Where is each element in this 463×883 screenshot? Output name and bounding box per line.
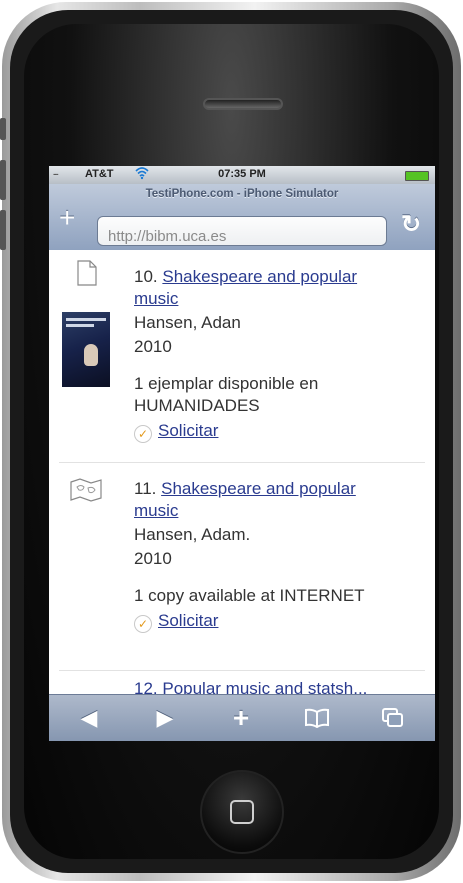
result-title-link[interactable]: Shakespeare and popular bbox=[162, 267, 357, 286]
pages-icon[interactable] bbox=[373, 702, 413, 734]
results-list: 10. Shakespeare and popular music Hansen… bbox=[49, 250, 435, 694]
forward-button[interactable]: ▶ bbox=[145, 702, 185, 734]
url-field[interactable]: http://bibm.uca.es bbox=[97, 216, 387, 246]
home-button[interactable] bbox=[200, 770, 284, 854]
browser-toolbar: ◀ ▶ + bbox=[49, 694, 435, 741]
result-title-link-cont[interactable]: music bbox=[134, 501, 178, 520]
result-year: 2010 bbox=[134, 549, 172, 568]
volume-up-button bbox=[0, 160, 6, 200]
reload-button[interactable]: ↻ bbox=[401, 210, 421, 239]
partial-next-result[interactable]: 12. Popular music and statsh... bbox=[134, 679, 367, 694]
check-icon: ✓ bbox=[134, 615, 152, 633]
back-button[interactable]: ◀ bbox=[69, 702, 109, 734]
document-icon bbox=[77, 260, 97, 286]
mute-switch bbox=[0, 118, 6, 140]
result-year: 2010 bbox=[134, 337, 172, 356]
bookmarks-icon[interactable] bbox=[297, 702, 337, 734]
book-cover-image[interactable] bbox=[62, 312, 110, 387]
status-bar: ..... AT&T 07:35 PM bbox=[49, 166, 435, 184]
earpiece-speaker bbox=[203, 98, 283, 110]
url-text: http://bibm.uca.es bbox=[108, 228, 227, 245]
browser-address-bar: TestiPhone.com - iPhone Simulator + http… bbox=[49, 184, 435, 251]
page-title: TestiPhone.com - iPhone Simulator bbox=[145, 188, 339, 200]
map-icon bbox=[70, 478, 102, 502]
check-icon: ✓ bbox=[134, 425, 152, 443]
result-number: 10. bbox=[134, 267, 158, 286]
result-availability: 1 copy available at INTERNET bbox=[134, 586, 365, 605]
result-title-link[interactable]: Shakespeare and popular bbox=[161, 479, 356, 498]
result-title-link-cont[interactable]: music bbox=[134, 289, 178, 308]
result-author: Hansen, Adam. bbox=[134, 525, 251, 544]
result-location: HUMANIDADES bbox=[134, 396, 260, 415]
request-action[interactable]: ✓ Solicitar bbox=[134, 420, 218, 443]
result-title: 10. Shakespeare and popular music bbox=[134, 266, 424, 310]
phone-screen: ..... AT&T 07:35 PM TestiPhone.com - iPh… bbox=[49, 166, 435, 741]
request-action[interactable]: ✓ Solicitar bbox=[134, 610, 218, 633]
result-divider bbox=[59, 462, 425, 463]
home-square-icon bbox=[230, 800, 254, 824]
result-divider bbox=[59, 670, 425, 671]
result-availability: 1 ejemplar disponible en bbox=[134, 374, 319, 393]
volume-down-button bbox=[0, 210, 6, 250]
result-title: 11. Shakespeare and popular music bbox=[134, 478, 424, 522]
battery-icon bbox=[405, 171, 429, 181]
add-button[interactable]: + bbox=[221, 702, 261, 734]
add-bookmark-button[interactable]: + bbox=[59, 204, 75, 232]
request-link[interactable]: Solicitar bbox=[158, 421, 218, 440]
result-author: Hansen, Adan bbox=[134, 313, 241, 332]
result-number: 11. bbox=[134, 479, 157, 498]
status-time: 07:35 PM bbox=[218, 168, 266, 180]
request-link[interactable]: Solicitar bbox=[158, 611, 218, 630]
